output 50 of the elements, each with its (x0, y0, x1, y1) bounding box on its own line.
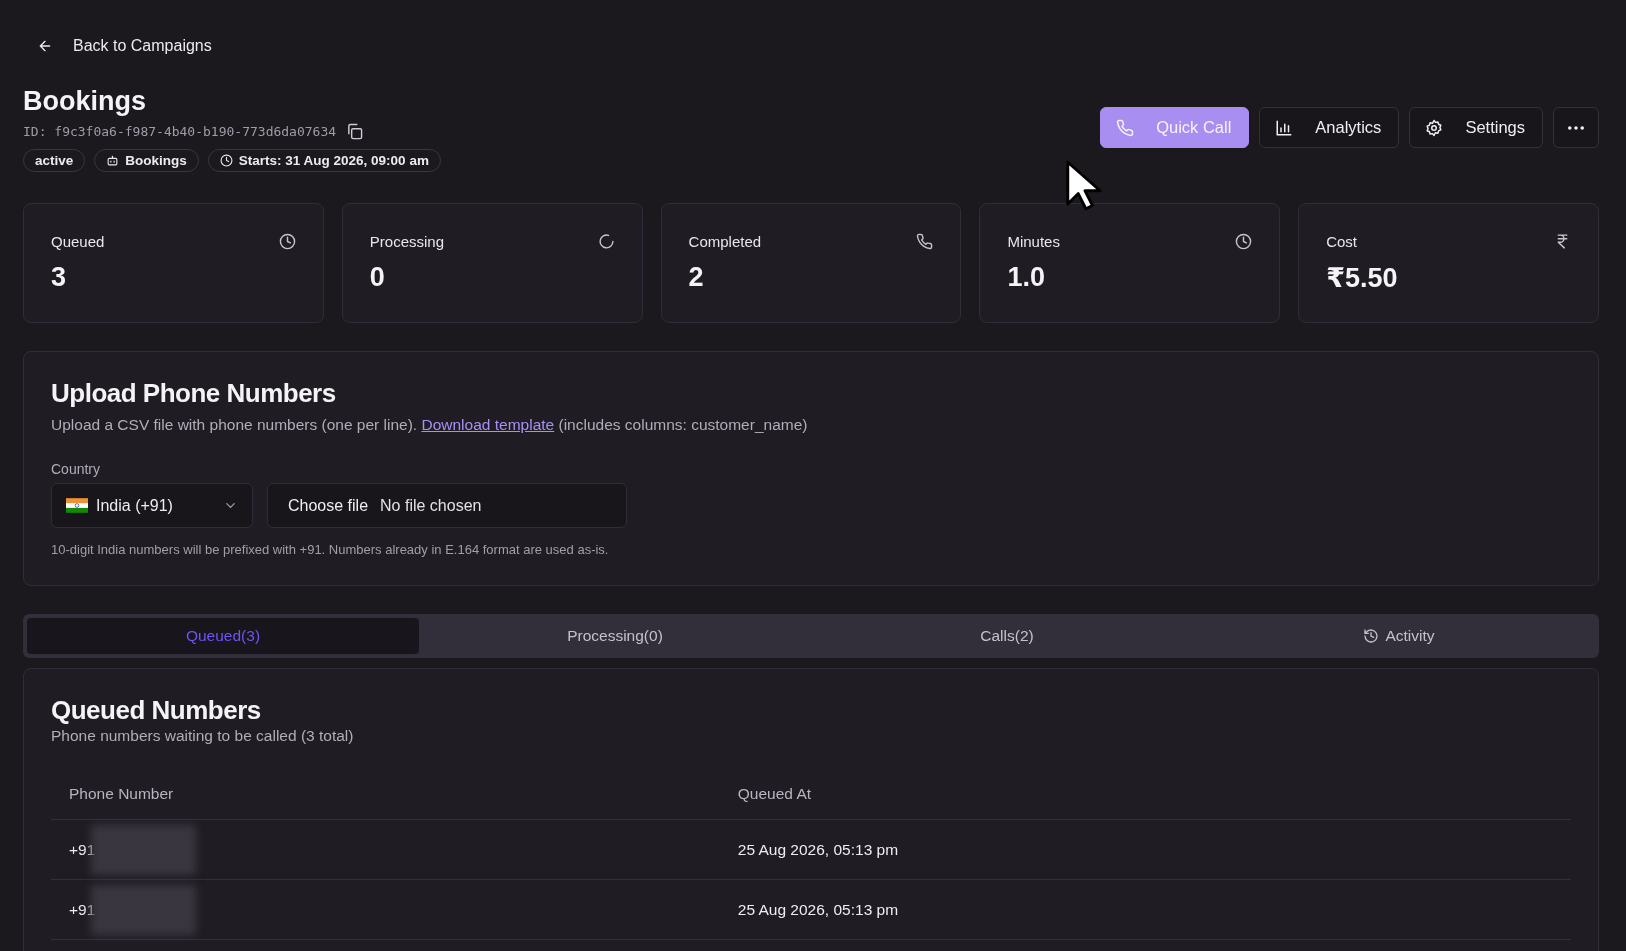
stat-value: 0 (369, 262, 386, 293)
file-status: No file chosen (380, 496, 482, 515)
stat-label: Queued (51, 233, 105, 250)
action-button[interactable]: Settings (1409, 107, 1543, 148)
clock-icon (1235, 233, 1253, 250)
section-subtitle: Phone numbers waiting to be called (3 total) (51, 727, 355, 745)
copy-icon[interactable] (346, 123, 364, 140)
phone-icon (916, 233, 934, 250)
refresh-icon (597, 233, 615, 250)
phone-number: +91 (69, 900, 96, 919)
country-select[interactable]: India (+91) (51, 483, 253, 528)
tab[interactable]: Queued(3) (27, 618, 419, 654)
clock-icon (219, 154, 233, 167)
stat-value: 2 (688, 262, 705, 293)
column-header: Queued At (719, 785, 1571, 820)
page-title: Bookings (23, 86, 147, 117)
clock-icon (278, 233, 296, 250)
choose-file-button[interactable]: Choose file (288, 496, 369, 515)
history-icon (1363, 628, 1380, 644)
more-icon (1568, 125, 1584, 130)
stat-value: 1.0 (1007, 262, 1046, 293)
stat-value: 3 (51, 262, 68, 293)
bar-chart-icon (1275, 118, 1294, 137)
tab[interactable]: Calls(2) (811, 618, 1203, 654)
phone-icon (1116, 118, 1135, 137)
stat-label: Processing (369, 233, 444, 250)
back-arrow-icon (37, 38, 53, 54)
robot-icon (106, 154, 120, 167)
queued-time: 25 Aug 2026, 05:13 pm (737, 900, 899, 918)
upload-description: Upload a CSV file with phone numbers (one per line). Download template (includes columns: customer_name) (51, 416, 809, 434)
section-title: Queued Numbers (51, 695, 262, 726)
stat-label: Completed (688, 233, 762, 250)
action-button[interactable]: Analytics (1259, 107, 1400, 148)
tab[interactable]: Processing(0) (419, 618, 811, 654)
section-title: Upload Phone Numbers (51, 378, 337, 409)
hint-text: 10-digit India numbers will be prefixed with +91. Numbers already in E.164 format are used as-is. (51, 542, 610, 557)
settings-icon (1425, 118, 1444, 137)
stat-value: ₹5.50 (1326, 262, 1399, 294)
tab[interactable]: Activity (1203, 618, 1595, 654)
country-label: Country (51, 461, 102, 477)
column-header: Phone Number (51, 785, 720, 820)
campaign-id: ID: f9c3f0a6-f987-4b40-b190-773d6da07634 (23, 124, 337, 139)
back-link[interactable]: Back to Campaigns (37, 37, 212, 55)
queued-time: 25 Aug 2026, 05:13 pm (737, 840, 899, 858)
download-template-link[interactable]: Download template (421, 416, 555, 433)
stat-label: Cost (1326, 233, 1358, 250)
file-input[interactable]: Choose file No file chosen (267, 483, 627, 528)
phone-number: +91 (69, 840, 96, 859)
flag-icon (66, 498, 88, 513)
stat-label: Minutes (1007, 233, 1060, 250)
